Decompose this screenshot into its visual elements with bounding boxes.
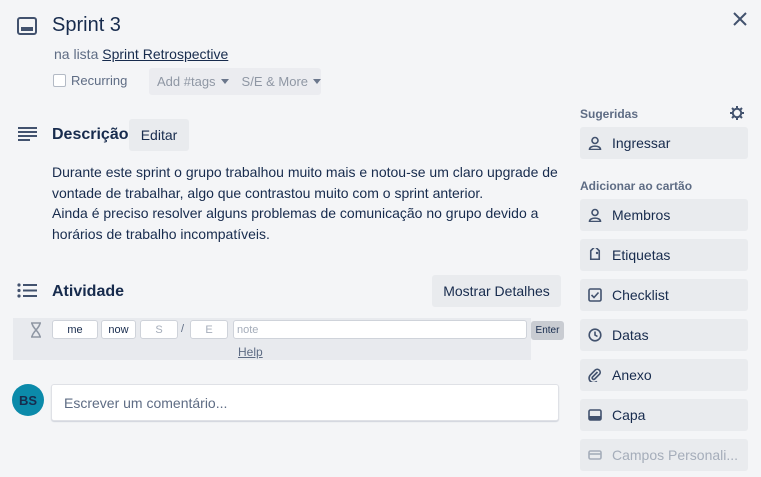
note-input[interactable]: note — [233, 320, 527, 339]
dates-label: Datas — [612, 327, 649, 343]
me-button[interactable]: me — [52, 320, 98, 339]
recurring-checkbox[interactable] — [53, 74, 66, 87]
members-button[interactable]: Membros — [580, 199, 748, 231]
time-separator: / — [181, 323, 185, 335]
close-button[interactable] — [732, 11, 748, 27]
add-tags-label: Add #tags — [157, 74, 216, 89]
description-line: horários de trabalho incompatíveis. — [52, 225, 270, 242]
description-heading: Descrição — [52, 126, 129, 143]
members-label: Membros — [612, 207, 671, 223]
hourglass-icon — [30, 322, 42, 343]
join-label: Ingressar — [612, 135, 671, 151]
comment-input[interactable]: Escrever um comentário... — [51, 384, 559, 421]
se-more-label: S/E & More — [241, 74, 309, 89]
description-text[interactable]: Durante este sprint o grupo trabalhou mu… — [52, 162, 572, 244]
suggested-label: Sugeridas — [580, 107, 639, 121]
enter-button[interactable]: Enter — [531, 321, 564, 340]
description-icon — [18, 127, 37, 141]
description-line: vontade de trabalhar, algo que contrasto… — [52, 184, 484, 201]
close-icon — [733, 12, 747, 26]
list-line: na lista Sprint Retrospective — [54, 46, 228, 62]
now-button[interactable]: now — [101, 320, 136, 339]
person-icon — [588, 136, 602, 150]
custom-fields-icon — [588, 448, 602, 462]
custom-fields-label: Campos Personali... — [612, 447, 739, 463]
dates-button[interactable]: Datas — [580, 319, 748, 351]
card-icon — [17, 17, 37, 35]
card-cover-icon — [588, 408, 602, 422]
list-link[interactable]: Sprint Retrospective — [102, 46, 228, 62]
avatar[interactable]: BS — [12, 384, 44, 416]
tags-bar: Add #tags S/E & More — [149, 68, 321, 95]
activity-heading: Atividade — [52, 283, 125, 300]
time-tracker: me now S / E note — [13, 318, 531, 360]
tag-icon — [588, 248, 602, 262]
se-more-dropdown[interactable]: S/E & More — [242, 74, 321, 89]
cover-label: Capa — [612, 407, 646, 423]
help-link[interactable]: Help — [238, 345, 263, 359]
list-prefix: na lista — [54, 46, 99, 62]
checklist-label: Checklist — [612, 287, 669, 303]
paperclip-icon — [588, 368, 602, 382]
edit-description-button[interactable]: Editar — [129, 119, 189, 151]
labels-button[interactable]: Etiquetas — [580, 239, 748, 271]
add-to-card-label: Adicionar ao cartão — [580, 179, 693, 193]
cover-button[interactable]: Capa — [580, 399, 748, 431]
activity-icon — [17, 283, 37, 298]
attachment-button[interactable]: Anexo — [580, 359, 748, 391]
recurring-toggle[interactable]: Recurring — [53, 73, 127, 88]
card-title[interactable]: Sprint 3 — [52, 14, 121, 37]
clock-icon — [588, 328, 602, 342]
gear-icon — [730, 106, 744, 120]
checkbox-icon — [588, 288, 602, 302]
checklist-button[interactable]: Checklist — [580, 279, 748, 311]
description-line: Ainda é preciso resolver alguns problema… — [52, 205, 539, 221]
chevron-down-icon — [313, 79, 321, 84]
description-line: Durante este sprint o grupo trabalhou mu… — [52, 164, 558, 180]
labels-label: Etiquetas — [612, 247, 671, 263]
recurring-label: Recurring — [71, 73, 128, 88]
start-input[interactable]: S — [140, 320, 178, 339]
attachment-label: Anexo — [612, 367, 652, 383]
add-tags-dropdown[interactable]: Add #tags — [157, 74, 229, 89]
person-icon — [588, 208, 602, 222]
custom-fields-button[interactable]: Campos Personali... — [580, 439, 748, 471]
show-details-button[interactable]: Mostrar Detalhes — [432, 275, 561, 307]
join-button[interactable]: Ingressar — [580, 127, 748, 159]
chevron-down-icon — [220, 79, 229, 84]
settings-button[interactable] — [730, 106, 744, 125]
end-input[interactable]: E — [190, 320, 228, 339]
